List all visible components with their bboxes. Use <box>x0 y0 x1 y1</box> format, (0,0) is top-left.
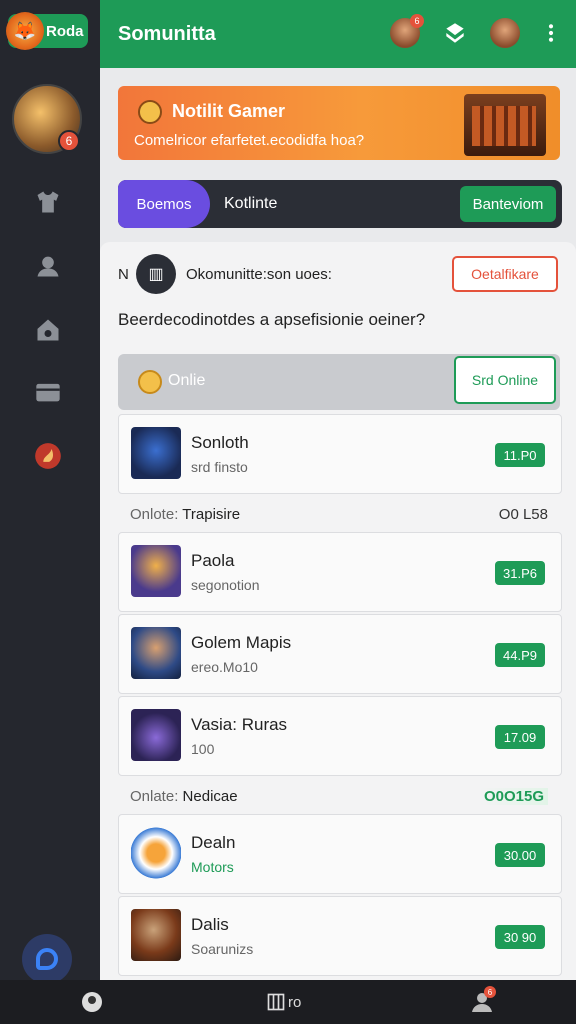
item-name: Dalis <box>191 915 229 934</box>
bottom-nav-account[interactable]: 6 <box>470 986 496 1014</box>
game-thumbnail <box>131 909 181 961</box>
price-badge[interactable]: 11.P0 <box>495 443 545 467</box>
list-item[interactable]: Dalis Soarunizs 30 90 <box>118 896 562 976</box>
item-name: Vasia: Ruras <box>191 715 288 734</box>
list-item[interactable]: Dealn Motors 30.00 <box>118 814 562 894</box>
bottom-nav-center[interactable]: ro <box>266 990 301 1014</box>
online-filter[interactable]: Onlie Srd Online <box>118 354 560 410</box>
page-title: Somunitta <box>118 23 216 45</box>
game-thumbnail <box>131 427 181 479</box>
game-thumbnail <box>131 545 181 597</box>
list-item[interactable]: Golem Mapis ereo.Mo10 44.P9 <box>118 614 562 694</box>
item-sub: 100 <box>191 741 215 757</box>
list-item[interactable]: Vasia: Ruras 100 17.09 <box>118 696 562 776</box>
game-thumbnail <box>131 709 181 761</box>
send-online-button[interactable]: Srd Online <box>454 356 556 404</box>
sidebar-flame-icon[interactable] <box>32 440 64 472</box>
profile-avatar[interactable]: 6 <box>12 84 82 154</box>
bottom-nav-profile[interactable] <box>80 990 104 1014</box>
community-panel: N ▥ Okomunitte:son uoes: Oetalfikare Bee… <box>100 242 576 980</box>
sidebar-user-icon[interactable] <box>32 250 64 282</box>
section-count: O0 L58 <box>498 506 548 523</box>
account-badge: 6 <box>484 986 496 998</box>
sidebar-wallet-icon[interactable] <box>32 376 64 408</box>
community-question: Beerdecodinotdes a apsefisionie oeiner? <box>118 310 426 329</box>
sidebar: 🦊 Roda 6 <box>0 0 100 984</box>
profile-icon <box>82 992 102 1012</box>
item-name: Paola <box>191 551 235 570</box>
brand-label: Roda <box>46 23 84 40</box>
section-count: O0O15G <box>479 788 548 805</box>
price-badge[interactable]: 44.P9 <box>495 643 545 667</box>
tab-boemos[interactable]: Boemos <box>118 180 210 228</box>
fox-logo-icon: 🦊 <box>6 12 44 50</box>
item-sub: Soarunizs <box>191 941 254 957</box>
gamer-badge-icon <box>138 100 162 124</box>
grid-icon <box>267 993 285 1011</box>
main-content: Notilit Gamer Comelricor efarfetet.ecodi… <box>100 68 576 980</box>
chat-fab-button[interactable] <box>22 934 72 984</box>
tab-bar: Boemos Kotlinte Banteviom <box>118 180 562 228</box>
price-badge[interactable]: 30.00 <box>495 843 545 867</box>
bottom-navigation: ro 6 <box>0 980 576 1024</box>
notification-message: Comelricor efarfetet.ecodidfa hoa? <box>134 132 365 149</box>
item-name: Dealn <box>191 833 236 852</box>
header-avatar-notifications[interactable]: 6 <box>390 14 424 48</box>
list-item[interactable]: Sonloth srd finsto 11.P0 <box>118 414 562 494</box>
banteviom-button[interactable]: Banteviom <box>460 186 556 222</box>
sidebar-home-icon[interactable] <box>32 314 64 346</box>
bottom-nav-label: ro <box>288 993 302 1011</box>
notification-title: Notilit Gamer <box>172 101 286 121</box>
sidebar-shirt-icon[interactable] <box>32 186 64 218</box>
item-sub: segonotion <box>191 577 260 593</box>
filter-label: Onlie <box>168 372 206 389</box>
game-thumbnail <box>131 827 181 879</box>
section-label: Onlate: <box>130 788 179 805</box>
brand-badge[interactable]: 🦊 Roda <box>6 12 88 50</box>
chat-icon <box>36 948 58 970</box>
community-prefix: N <box>118 266 129 283</box>
notification-badge: 6 <box>410 14 424 28</box>
notification-banner[interactable]: Notilit Gamer Comelricor efarfetet.ecodi… <box>118 86 560 160</box>
item-name: Sonloth <box>191 433 249 452</box>
section-header: Onlate: Nedicae O0O15G <box>118 778 562 814</box>
avatar-badge: 6 <box>58 130 80 152</box>
chat-bubble-icon[interactable] <box>440 18 470 48</box>
item-sub: ereo.Mo10 <box>191 659 258 675</box>
section-title: Nedicae <box>182 788 238 805</box>
section-header: Onlote: Trapisire O0 L58 <box>118 496 562 532</box>
app-header: Somunitta 6 <box>100 0 576 68</box>
section-label: Onlote: <box>130 506 179 523</box>
item-sub: srd finsto <box>191 459 248 475</box>
price-badge[interactable]: 31.P6 <box>495 561 545 585</box>
item-sub: Motors <box>191 859 234 875</box>
banner-illustration <box>464 94 546 156</box>
game-thumbnail <box>131 627 181 679</box>
community-icon: ▥ <box>136 254 176 294</box>
item-name: Golem Mapis <box>191 633 292 652</box>
section-title: Trapisire <box>182 506 241 523</box>
community-heading: Okomunitte:son uoes: <box>186 266 332 283</box>
list-item[interactable]: Paola segonotion 31.P6 <box>118 532 562 612</box>
crown-icon <box>138 370 162 394</box>
price-badge[interactable]: 17.09 <box>495 725 545 749</box>
header-user-avatar[interactable] <box>490 18 520 48</box>
more-options-icon[interactable] <box>536 18 566 48</box>
tab-kotlinte[interactable]: Kotlinte <box>224 195 277 213</box>
price-badge[interactable]: 30 90 <box>495 925 545 949</box>
player-list: Sonloth srd finsto 11.P0 Onlote: Trapisi… <box>118 414 562 978</box>
community-action-button[interactable]: Oetalfikare <box>452 256 558 292</box>
